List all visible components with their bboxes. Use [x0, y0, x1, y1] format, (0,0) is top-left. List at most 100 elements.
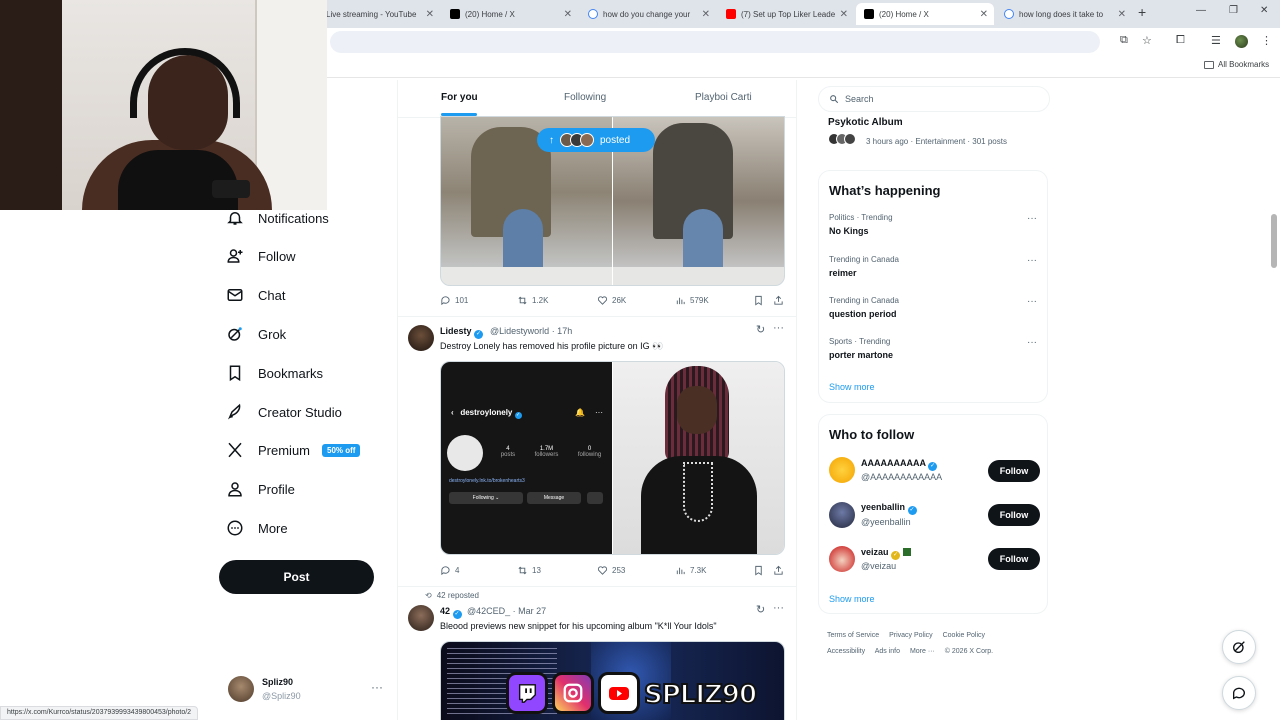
- browser-tab[interactable]: how long does it take to ✕: [996, 3, 1132, 25]
- grok-icon[interactable]: ↻: [756, 603, 765, 616]
- avatar[interactable]: [829, 457, 855, 483]
- browser-tab[interactable]: (7) Set up Top Liker Leade ✕: [718, 3, 854, 25]
- event-title[interactable]: Psykotic Album: [828, 117, 903, 128]
- minimize-icon[interactable]: —: [1196, 5, 1206, 16]
- nav-grok[interactable]: Grok: [226, 321, 286, 347]
- new-tab-icon[interactable]: +: [1138, 4, 1146, 20]
- cast-icon[interactable]: ⧉: [1120, 34, 1128, 47]
- reply-button[interactable]: 4: [440, 565, 459, 576]
- timeline-tabs: For you Following Playboi Carti: [398, 80, 796, 118]
- more-icon[interactable]: ···: [1027, 255, 1037, 266]
- avatar[interactable]: [408, 605, 434, 631]
- views-button[interactable]: 7.3K: [675, 565, 706, 576]
- show-more-link[interactable]: Show more: [829, 594, 875, 604]
- follow-icon: [227, 249, 243, 263]
- bookmark-button[interactable]: [753, 565, 764, 576]
- close-icon[interactable]: ✕: [1118, 9, 1126, 20]
- show-more-link[interactable]: Show more: [829, 382, 875, 392]
- more-icon[interactable]: ···: [773, 602, 784, 614]
- repost-context[interactable]: ⟲ 42 reposted: [425, 591, 479, 600]
- nav-premium[interactable]: Premium 50% off: [226, 437, 361, 463]
- footer-link[interactable]: Ads info: [875, 648, 900, 655]
- bookmark-button[interactable]: [753, 295, 764, 306]
- stream-branding-overlay: SPLIZ90: [506, 668, 768, 718]
- nav-bookmarks[interactable]: Bookmarks: [226, 360, 323, 386]
- tab-playboi-carti[interactable]: Playboi Carti: [695, 92, 752, 103]
- page-scrollbar[interactable]: [1271, 214, 1277, 268]
- account-switcher[interactable]: Spliz90 @Spliz90 ···: [228, 674, 388, 704]
- share-button[interactable]: [773, 295, 784, 306]
- footer-link[interactable]: More ···: [910, 648, 935, 655]
- menu-icon[interactable]: ⋮: [1261, 34, 1272, 47]
- more-icon[interactable]: ···: [1027, 213, 1037, 224]
- footer-link[interactable]: Privacy Policy: [889, 632, 933, 639]
- close-icon[interactable]: ✕: [980, 9, 988, 20]
- grok-fab[interactable]: [1222, 630, 1256, 664]
- omnibox[interactable]: [330, 31, 1100, 53]
- new-posts-pill[interactable]: ↑ posted: [537, 128, 655, 152]
- share-button[interactable]: [773, 565, 784, 576]
- tweet-media[interactable]: ‹ destroylonely ✓ 🔔 ··· 4 posts 1.7M follo…: [440, 361, 785, 555]
- grok-icon[interactable]: ↻: [756, 323, 765, 336]
- post-button[interactable]: Post: [219, 560, 374, 594]
- ig-following-button: Following ⌄: [449, 492, 523, 504]
- repost-button[interactable]: 13: [517, 565, 541, 576]
- tweet-author[interactable]: 42 ✓: [440, 606, 462, 619]
- nav-label: Profile: [258, 481, 295, 497]
- repost-button[interactable]: 1.2K: [517, 295, 548, 306]
- avatar[interactable]: [408, 325, 434, 351]
- like-button[interactable]: 253: [597, 565, 625, 576]
- views-button[interactable]: 579K: [675, 295, 709, 306]
- star-icon[interactable]: ☆: [1142, 34, 1152, 47]
- author-handle: @Lidestyworld: [490, 326, 550, 336]
- footer-link[interactable]: Cookie Policy: [943, 632, 985, 639]
- close-icon[interactable]: ✕: [702, 9, 710, 20]
- tweet-author[interactable]: Lidesty ✓: [440, 326, 484, 339]
- follow-button[interactable]: Follow: [988, 548, 1040, 570]
- tweet-meta[interactable]: @Lidestyworld · 17h: [490, 326, 572, 336]
- browser-tab-active[interactable]: (20) Home / X ✕: [856, 3, 994, 25]
- user-name[interactable]: AAAAAAAAAA ✓: [861, 458, 938, 471]
- user-name[interactable]: yeenballin ✓: [861, 502, 917, 515]
- close-icon[interactable]: ✕: [564, 9, 572, 20]
- nav-creator-studio[interactable]: Creator Studio: [226, 399, 342, 425]
- nav-more[interactable]: More: [226, 515, 288, 541]
- repost-icon: ⟲: [425, 591, 432, 600]
- tweet-meta[interactable]: @42CED_ · Mar 27: [467, 606, 546, 616]
- nav-profile[interactable]: Profile: [226, 476, 295, 502]
- nav-label: More: [258, 520, 288, 536]
- tab-for-you[interactable]: For you: [441, 92, 478, 103]
- close-icon[interactable]: ✕: [426, 9, 434, 20]
- reply-button[interactable]: 101: [440, 295, 468, 306]
- section-title: What’s happening: [829, 183, 941, 198]
- close-icon[interactable]: ✕: [840, 9, 848, 20]
- more-icon[interactable]: ···: [1027, 296, 1037, 307]
- browser-tab[interactable]: Live streaming - YouTube ✕: [318, 3, 440, 25]
- avatar[interactable]: [829, 546, 855, 572]
- browser-tab[interactable]: (20) Home / X ✕: [442, 3, 578, 25]
- tab-search-icon[interactable]: ☰: [1211, 34, 1221, 47]
- footer-link[interactable]: Terms of Service: [827, 632, 879, 639]
- more-icon[interactable]: ···: [371, 680, 383, 694]
- avatar[interactable]: [829, 502, 855, 528]
- nav-follow[interactable]: Follow: [226, 243, 296, 269]
- tab-following[interactable]: Following: [564, 92, 606, 103]
- follow-button[interactable]: Follow: [988, 504, 1040, 526]
- all-bookmarks-button[interactable]: All Bookmarks: [1204, 60, 1269, 69]
- follow-button[interactable]: Follow: [988, 460, 1040, 482]
- like-button[interactable]: 26K: [597, 295, 626, 306]
- more-icon[interactable]: ···: [1027, 337, 1037, 348]
- browser-profile-avatar[interactable]: [1235, 35, 1248, 48]
- window-close-icon[interactable]: ✕: [1260, 5, 1268, 16]
- like-count: 253: [612, 566, 626, 575]
- user-name[interactable]: veizau ✓: [861, 547, 911, 560]
- nav-chat[interactable]: Chat: [226, 282, 285, 308]
- search-input[interactable]: Search: [818, 86, 1050, 112]
- browser-tab[interactable]: how do you change your ✕: [580, 3, 716, 25]
- extensions-icon[interactable]: ⧠: [1176, 34, 1185, 47]
- footer-link[interactable]: Accessibility: [827, 648, 865, 655]
- footer-copyright: © 2026 X Corp.: [944, 648, 994, 655]
- messages-fab[interactable]: [1222, 676, 1256, 710]
- restore-icon[interactable]: ❐: [1229, 5, 1238, 16]
- more-icon[interactable]: ···: [773, 322, 784, 334]
